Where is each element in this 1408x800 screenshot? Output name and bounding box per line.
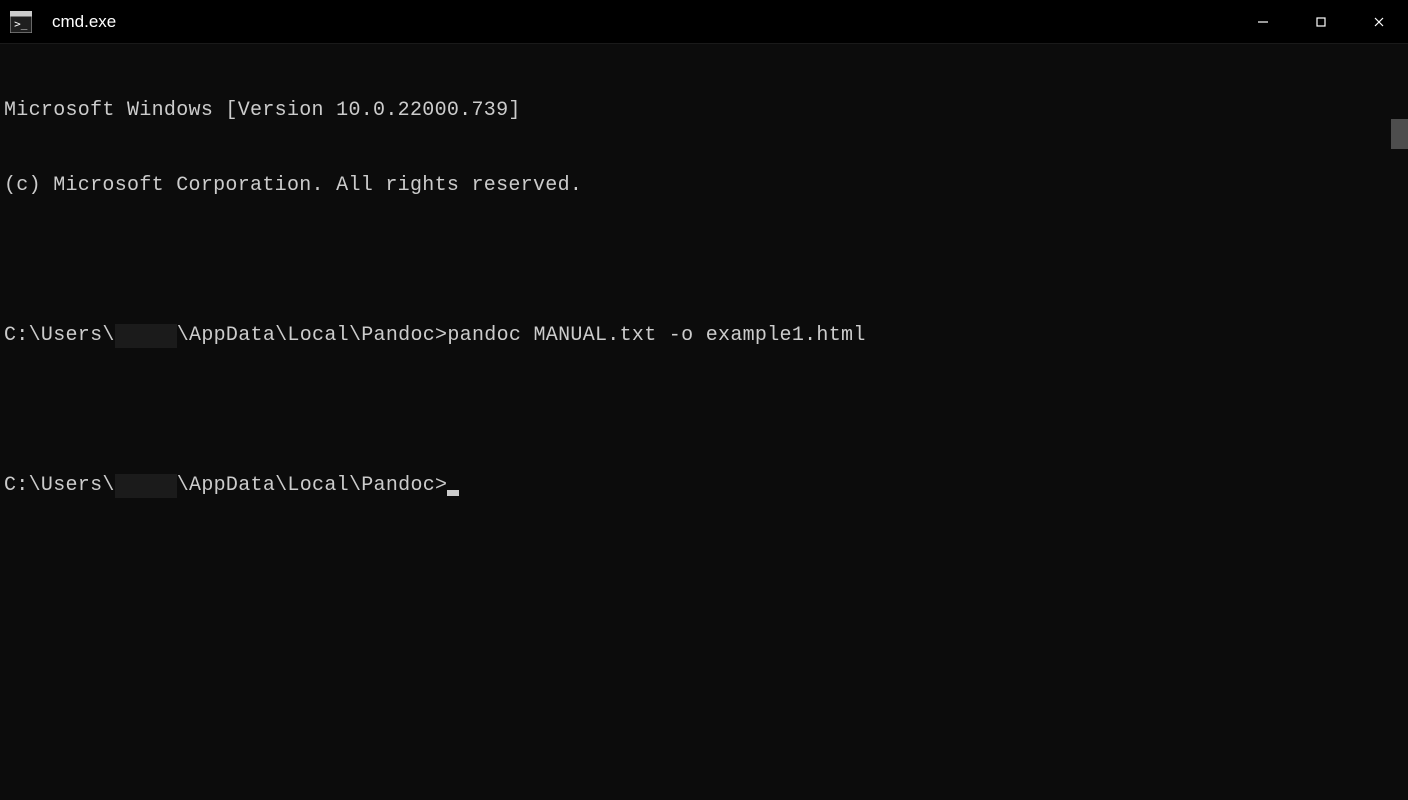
blank-line [4, 398, 1408, 423]
window-title: cmd.exe [52, 12, 116, 32]
prompt-line: C:\Users\\AppData\Local\Pandoc> [4, 473, 1408, 498]
cursor [447, 490, 459, 496]
minimize-button[interactable] [1234, 0, 1292, 43]
close-button[interactable] [1350, 0, 1408, 43]
blank-line [4, 248, 1408, 273]
cmd-icon: >_ [10, 11, 32, 33]
maximize-button[interactable] [1292, 0, 1350, 43]
titlebar[interactable]: >_ cmd.exe [0, 0, 1408, 44]
banner-line-2: (c) Microsoft Corporation. All rights re… [4, 173, 1408, 198]
terminal-output[interactable]: Microsoft Windows [Version 10.0.22000.73… [0, 44, 1408, 800]
banner-line-1: Microsoft Windows [Version 10.0.22000.73… [4, 98, 1408, 123]
svg-text:>_: >_ [14, 17, 28, 30]
redacted-username [115, 324, 177, 348]
command-line-1: C:\Users\\AppData\Local\Pandoc>pandoc MA… [4, 323, 1408, 348]
scrollbar-thumb[interactable] [1391, 119, 1408, 149]
scrollbar-track[interactable] [1391, 44, 1408, 800]
redacted-username [115, 474, 177, 498]
window-controls [1234, 0, 1408, 43]
